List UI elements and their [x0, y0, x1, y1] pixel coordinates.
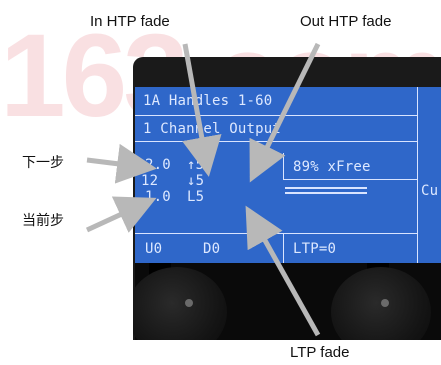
- label-in-htp-fade: In HTP fade: [90, 13, 170, 30]
- arrow-out-htp-fade: [249, 42, 321, 183]
- arrow-ltp-fade: [245, 205, 321, 337]
- label-current-step: 当前步: [22, 213, 64, 229]
- label-next-step: 下一步: [22, 155, 64, 171]
- label-out-htp-fade: Out HTP fade: [300, 13, 392, 30]
- arrow-current-step: [85, 196, 157, 233]
- arrow-next-step: [86, 143, 157, 184]
- callout-arrows: [85, 42, 321, 337]
- label-ltp-fade: LTP fade: [290, 344, 350, 361]
- arrow-in-htp-fade: [182, 43, 222, 177]
